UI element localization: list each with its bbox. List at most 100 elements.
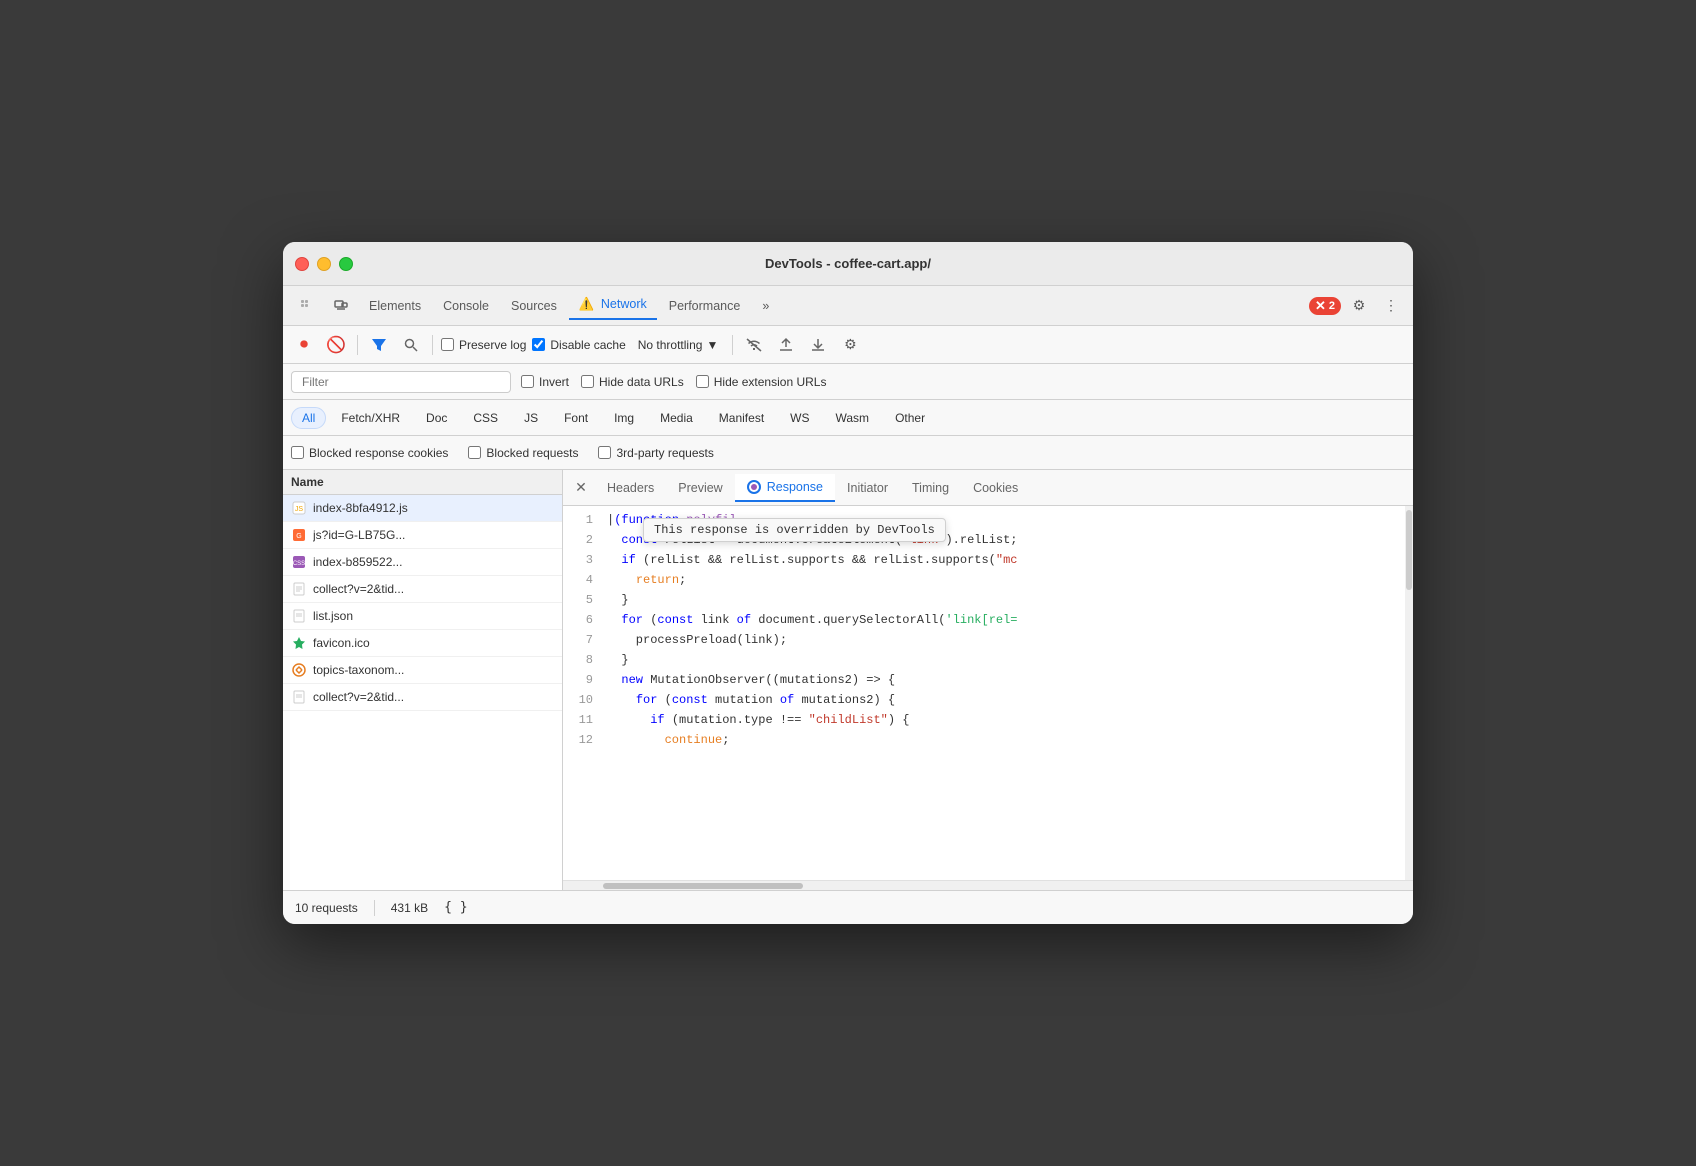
wifi-icon[interactable] <box>741 332 767 358</box>
type-btn-fetch-xhr[interactable]: Fetch/XHR <box>330 407 411 429</box>
response-tabs: ✕ Headers Preview Response Initiator <box>563 470 1413 506</box>
invert-checkbox[interactable] <box>521 375 534 388</box>
blocked-requests-checkbox[interactable] <box>468 446 481 459</box>
type-btn-js[interactable]: JS <box>513 407 549 429</box>
maximize-button[interactable] <box>339 257 353 271</box>
hide-extension-urls-checkbox[interactable] <box>696 375 709 388</box>
type-btn-css[interactable]: CSS <box>462 407 509 429</box>
request-name: collect?v=2&tid... <box>313 690 404 704</box>
pretty-print-button[interactable]: { } <box>444 900 467 915</box>
blocked-requests-label[interactable]: Blocked requests <box>468 446 578 460</box>
blocked-row: Blocked response cookies Blocked request… <box>283 436 1413 470</box>
request-item[interactable]: collect?v=2&tid... <box>283 684 562 711</box>
type-btn-font[interactable]: Font <box>553 407 599 429</box>
title-bar: DevTools - coffee-cart.app/ <box>283 242 1413 286</box>
close-panel-button[interactable]: ✕ <box>567 474 595 502</box>
type-filter-bar: All Fetch/XHR Doc CSS JS Font Img Media … <box>283 400 1413 436</box>
filter-button[interactable] <box>366 332 392 358</box>
main-content: Name JS index-8bfa4912.js <box>283 470 1413 890</box>
minimize-button[interactable] <box>317 257 331 271</box>
gtag-icon: G <box>291 527 307 543</box>
type-btn-ws[interactable]: WS <box>779 407 820 429</box>
upload-button[interactable] <box>773 332 799 358</box>
third-party-label[interactable]: 3rd-party requests <box>598 446 713 460</box>
blocked-cookies-label[interactable]: Blocked response cookies <box>291 446 448 460</box>
requests-list[interactable]: JS index-8bfa4912.js G js?id=G-LB75G... <box>283 495 562 890</box>
status-bar: 10 requests 431 kB { } <box>283 890 1413 924</box>
type-btn-wasm[interactable]: Wasm <box>825 407 881 429</box>
tab-network[interactable]: ⚠️ Network <box>569 291 657 320</box>
tab-timing[interactable]: Timing <box>900 475 961 501</box>
code-line-9: 9 new MutationObserver((mutations2) => { <box>563 670 1413 690</box>
request-item[interactable]: CSS index-b859522... <box>283 549 562 576</box>
scrollbar-thumb[interactable] <box>1406 510 1412 590</box>
request-name: topics-taxonom... <box>313 663 404 677</box>
request-name: index-8bfa4912.js <box>313 501 408 515</box>
request-item[interactable]: JS index-8bfa4912.js <box>283 495 562 522</box>
h-scrollbar-thumb[interactable] <box>603 883 803 889</box>
hide-data-urls-checkbox[interactable] <box>581 375 594 388</box>
type-btn-doc[interactable]: Doc <box>415 407 458 429</box>
code-line-3: 3 if (relList && relList.supports && rel… <box>563 550 1413 570</box>
code-line-7: 7 processPreload(link); <box>563 630 1413 650</box>
third-party-checkbox[interactable] <box>598 446 611 459</box>
more-options-button[interactable]: ⋮ <box>1377 292 1405 320</box>
request-name: js?id=G-LB75G... <box>313 528 405 542</box>
error-badge[interactable]: ✕ 2 <box>1309 297 1341 315</box>
type-btn-media[interactable]: Media <box>649 407 704 429</box>
preserve-log-label[interactable]: Preserve log <box>441 338 526 352</box>
request-item[interactable]: collect?v=2&tid... <box>283 576 562 603</box>
tab-cookies[interactable]: Cookies <box>961 475 1030 501</box>
blocked-cookies-checkbox[interactable] <box>291 446 304 459</box>
horizontal-scrollbar[interactable] <box>563 880 1413 890</box>
preserve-log-checkbox[interactable] <box>441 338 454 351</box>
code-line-4: 4 return; <box>563 570 1413 590</box>
type-btn-img[interactable]: Img <box>603 407 645 429</box>
filter-input[interactable] <box>291 371 511 393</box>
type-btn-all[interactable]: All <box>291 407 326 429</box>
requests-header: Name <box>283 470 562 495</box>
favicon-icon <box>291 635 307 651</box>
search-button[interactable] <box>398 332 424 358</box>
tab-performance[interactable]: Performance <box>659 293 751 319</box>
request-name: collect?v=2&tid... <box>313 582 404 596</box>
hide-extension-urls-label[interactable]: Hide extension URLs <box>696 375 827 389</box>
code-line-11: 11 if (mutation.type !== "childList") { <box>563 710 1413 730</box>
tab-preview[interactable]: Preview <box>666 475 734 501</box>
clear-button[interactable]: 🚫 <box>323 332 349 358</box>
code-viewer[interactable]: This response is overridden by DevTools … <box>563 506 1413 880</box>
disable-cache-checkbox[interactable] <box>532 338 545 351</box>
tab-sources[interactable]: Sources <box>501 293 567 319</box>
tab-more[interactable]: » <box>752 293 779 319</box>
tab-response[interactable]: Response <box>735 474 835 502</box>
code-line-10: 10 for (const mutation of mutations2) { <box>563 690 1413 710</box>
settings-button[interactable]: ⚙ <box>1345 292 1373 320</box>
filter-options: Invert Hide data URLs Hide extension URL… <box>521 375 826 389</box>
disable-cache-label[interactable]: Disable cache <box>532 338 625 352</box>
tab-elements[interactable]: Elements <box>359 293 431 319</box>
tab-initiator[interactable]: Initiator <box>835 475 900 501</box>
throttle-select[interactable]: No throttling ▼ <box>632 336 725 354</box>
scrollbar-track[interactable] <box>1405 506 1413 880</box>
type-btn-other[interactable]: Other <box>884 407 936 429</box>
transfer-size: 431 kB <box>391 901 428 915</box>
tab-actions: ✕ 2 ⚙ ⋮ <box>1309 292 1405 320</box>
request-item[interactable]: G js?id=G-LB75G... <box>283 522 562 549</box>
close-button[interactable] <box>295 257 309 271</box>
code-line-5: 5 } <box>563 590 1413 610</box>
request-item[interactable]: favicon.ico <box>283 630 562 657</box>
device-icon[interactable] <box>325 290 357 322</box>
devtools-window: DevTools - coffee-cart.app/ Elements Con… <box>283 242 1413 924</box>
record-button[interactable]: ⏺ <box>291 332 317 358</box>
tab-console[interactable]: Console <box>433 293 499 319</box>
network-settings-button[interactable]: ⚙ <box>837 332 863 358</box>
request-item[interactable]: list.json <box>283 603 562 630</box>
hide-data-urls-label[interactable]: Hide data URLs <box>581 375 684 389</box>
cursor-icon[interactable] <box>291 290 323 322</box>
tab-headers[interactable]: Headers <box>595 475 666 501</box>
override-tooltip: This response is overridden by DevTools <box>643 518 946 542</box>
request-item[interactable]: topics-taxonom... <box>283 657 562 684</box>
type-btn-manifest[interactable]: Manifest <box>708 407 775 429</box>
invert-label[interactable]: Invert <box>521 375 569 389</box>
download-button[interactable] <box>805 332 831 358</box>
